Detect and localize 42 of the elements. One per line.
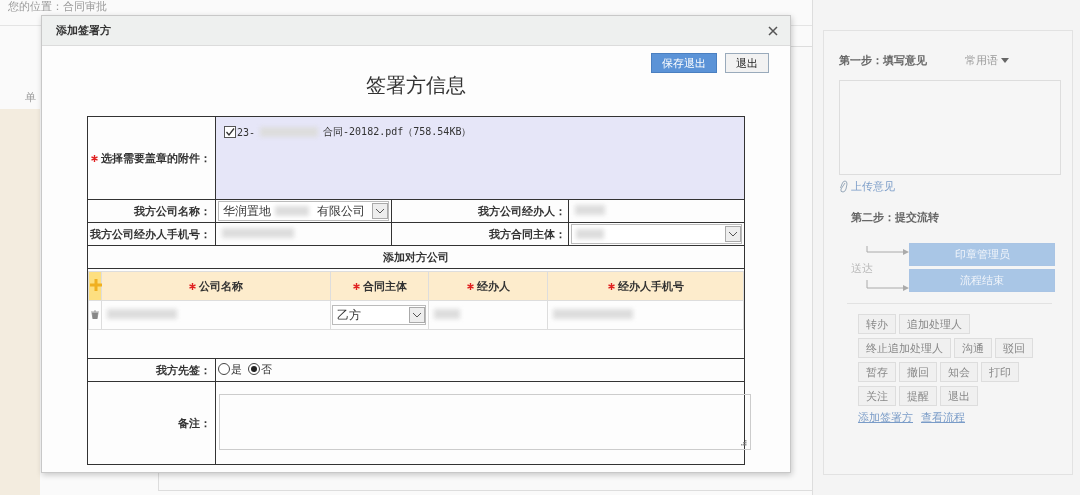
- action-button[interactable]: 追加处理人: [899, 314, 970, 334]
- form-heading: 签署方信息: [365, 73, 467, 97]
- phrases-dropdown[interactable]: 常用语: [965, 53, 1009, 68]
- action-button[interactable]: 提醒: [899, 386, 937, 406]
- field-label: 我方先签：: [156, 363, 211, 377]
- save-button[interactable]: 保存退出: [651, 53, 717, 73]
- column-header: 经办人: [476, 279, 510, 293]
- file-name: 23-: [237, 126, 256, 138]
- field-label: 我方公司经办人：: [477, 204, 566, 218]
- action-button[interactable]: 退出: [940, 386, 978, 406]
- exit-button[interactable]: 退出: [725, 53, 769, 73]
- field-label: 我方公司名称：: [134, 204, 211, 218]
- column-header: 公司名称: [199, 279, 243, 293]
- field-label: 我方合同主体：: [488, 227, 566, 241]
- column-header: 合同主体: [362, 279, 407, 293]
- field-label: 我方公司经办人手机号：: [90, 227, 211, 241]
- company-select[interactable]: 华润置地 有限公司: [218, 201, 390, 221]
- dialog-title: 添加签署方: [56, 23, 111, 38]
- action-button[interactable]: 沟通: [954, 338, 992, 358]
- option-label: 是: [231, 361, 242, 377]
- link[interactable]: 查看流程: [921, 410, 965, 425]
- column-label: 单: [25, 90, 36, 105]
- action-button[interactable]: 终止追加处理人: [858, 338, 951, 358]
- step-label: 第二步：提交流转: [851, 210, 940, 225]
- action-button[interactable]: 暂存: [858, 362, 896, 382]
- upload-link[interactable]: 上传意见: [851, 179, 895, 194]
- step-label: 第一步：填写意见: [839, 53, 927, 68]
- action-button[interactable]: 知会: [940, 362, 978, 382]
- field-label: 选择需要盖章的附件：: [101, 151, 211, 165]
- field-label: 备注：: [178, 416, 211, 430]
- file-name: 合同-20182.pdf（758.54KB）: [323, 125, 472, 139]
- action-button[interactable]: 撤回: [899, 362, 937, 382]
- action-button[interactable]: 打印: [981, 362, 1019, 382]
- action-button[interactable]: 关注: [858, 386, 896, 406]
- contract-party-select[interactable]: 乙方: [332, 305, 426, 325]
- column-header: 经办人手机号: [617, 279, 684, 293]
- breadcrumb: 您的位置：合同审批: [8, 1, 107, 13]
- link[interactable]: 添加签署方: [858, 410, 913, 425]
- action-button[interactable]: 转办: [858, 314, 896, 334]
- section-title: 添加对方公司: [383, 250, 449, 264]
- option-label: 否: [261, 361, 272, 377]
- action-button[interactable]: 驳回: [995, 338, 1033, 358]
